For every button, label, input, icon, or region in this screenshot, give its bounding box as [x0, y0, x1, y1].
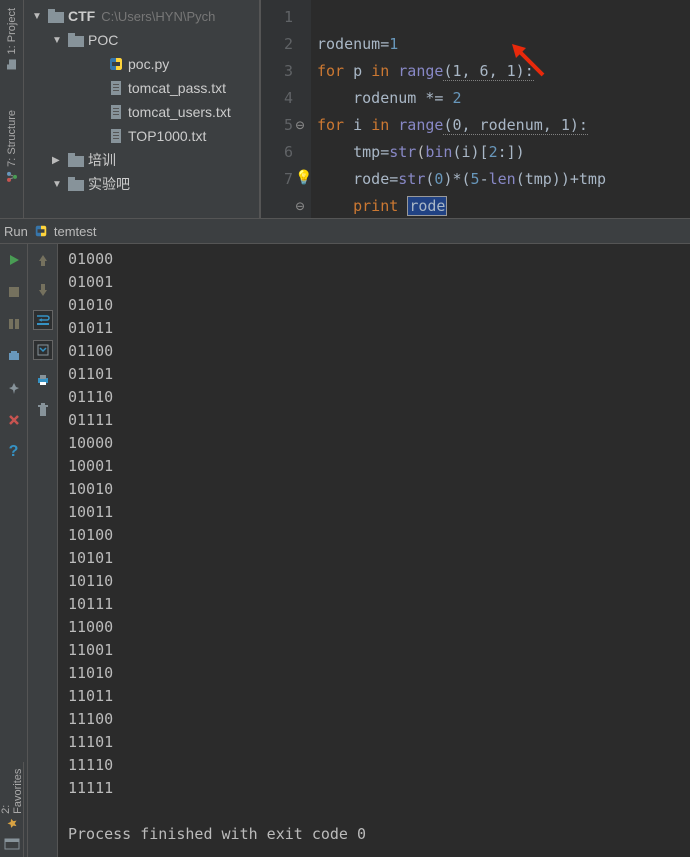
clear-all-button[interactable] — [33, 400, 53, 420]
tool-favorites[interactable]: 2: Favorites — [0, 762, 24, 829]
tool-project[interactable]: 1: Project — [6, 8, 18, 70]
console-output[interactable]: 01000 01001 01010 01011 01100 01101 0111… — [58, 244, 690, 857]
tree-row-top1000[interactable]: TOP1000.txt — [24, 124, 259, 148]
tree-label: tomcat_users.txt — [128, 104, 231, 120]
expand-icon[interactable] — [52, 155, 64, 166]
fold-end-icon[interactable]: ⊖ — [293, 193, 307, 220]
tree-row-tomcat-users[interactable]: tomcat_users.txt — [24, 100, 259, 124]
project-tree: CTF C:\Users\HYN\Pych POC poc.py — [24, 0, 260, 218]
code-editor[interactable]: 1 2 3 4 5 6 7 rodenum=1 for p in range(1… — [260, 0, 690, 218]
tree-row-poc[interactable]: POC — [24, 28, 259, 52]
tree-label: POC — [88, 32, 118, 48]
tool-structure[interactable]: 7: Structure — [6, 110, 18, 183]
expand-icon[interactable] — [52, 179, 64, 190]
tree-row-folder-cn1[interactable]: 培训 — [24, 148, 259, 172]
text-file-icon — [108, 80, 124, 96]
soft-wrap-button[interactable] — [33, 310, 53, 330]
dump-threads-button[interactable] — [4, 346, 24, 366]
tree-label: TOP1000.txt — [128, 128, 206, 144]
left-bottom-tool-strip: 2: Favorites — [0, 762, 24, 857]
lightbulb-icon[interactable]: 💡 — [295, 165, 312, 192]
down-stack-button[interactable] — [33, 280, 53, 300]
close-button[interactable] — [4, 410, 24, 430]
text-file-icon — [108, 104, 124, 120]
tool-window-button[interactable] — [2, 835, 22, 853]
pause-button[interactable] — [4, 314, 24, 334]
fold-icon[interactable]: ⊖ — [293, 112, 307, 139]
run-label[interactable]: Run — [4, 224, 28, 239]
tree-row-poc-py[interactable]: poc.py — [24, 52, 259, 76]
help-button[interactable]: ? — [4, 442, 24, 462]
tree-row-folder-cn2[interactable]: 实验吧 — [24, 172, 259, 196]
tree-label: poc.py — [128, 56, 169, 72]
left-tool-strip: 1: Project 7: Structure — [0, 0, 24, 218]
stop-button[interactable] — [4, 282, 24, 302]
scroll-to-end-button[interactable] — [33, 340, 53, 360]
up-stack-button[interactable] — [33, 250, 53, 270]
tree-label: 实验吧 — [88, 174, 130, 194]
tree-row-tomcat-pass[interactable]: tomcat_pass.txt — [24, 76, 259, 100]
folder-icon — [68, 176, 84, 192]
python-file-icon — [108, 56, 124, 72]
tree-path: C:\Users\HYN\Pych — [101, 9, 215, 24]
python-icon — [34, 224, 48, 238]
run-config-name[interactable]: temtest — [54, 224, 97, 239]
tree-row-ctf[interactable]: CTF C:\Users\HYN\Pych — [24, 4, 259, 28]
tree-label: CTF — [68, 8, 95, 24]
folder-icon — [68, 152, 84, 168]
expand-icon[interactable] — [52, 35, 64, 46]
pin-button[interactable] — [4, 378, 24, 398]
tree-label: 培训 — [88, 150, 116, 170]
folder-icon — [68, 32, 84, 48]
text-file-icon — [108, 128, 124, 144]
print-button[interactable] — [33, 370, 53, 390]
folder-icon — [48, 8, 64, 24]
rerun-button[interactable] — [4, 250, 24, 270]
expand-icon[interactable] — [32, 11, 44, 22]
console-action-bar — [28, 244, 58, 857]
code-text[interactable]: rodenum=1 for p in range(1, 6, 1): roden… — [311, 0, 690, 218]
tree-label: tomcat_pass.txt — [128, 80, 226, 96]
